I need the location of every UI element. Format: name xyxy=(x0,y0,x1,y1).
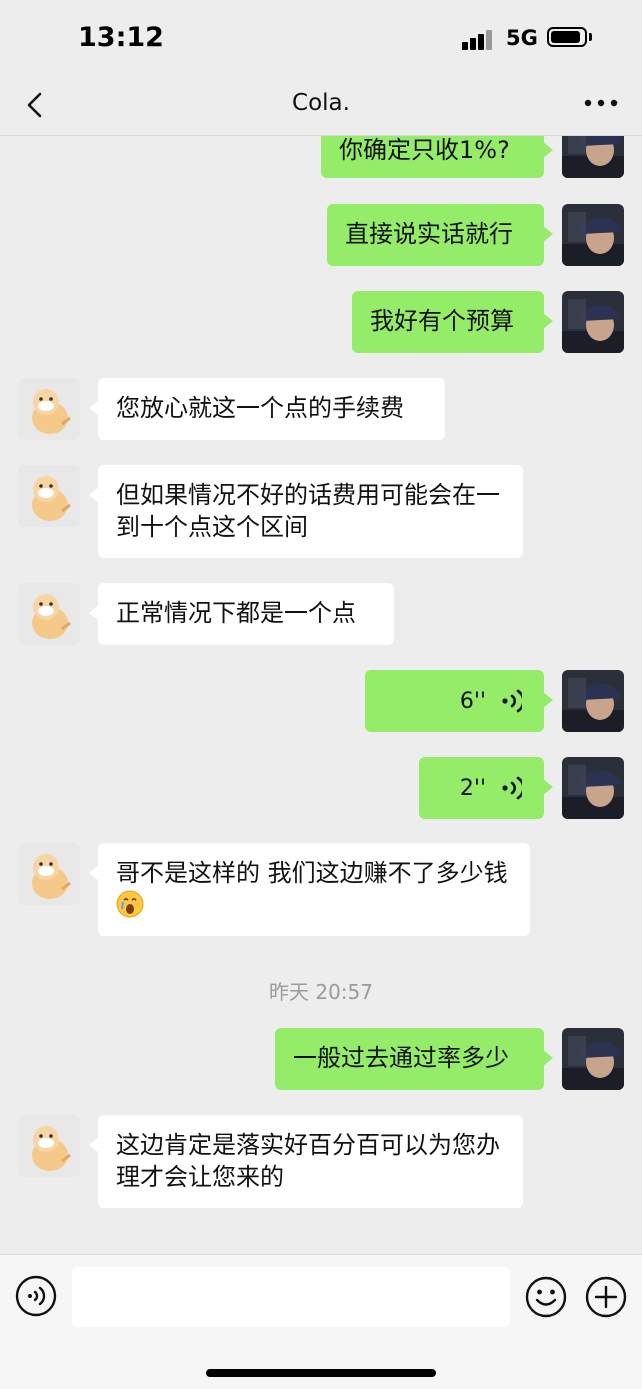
chat-title: Cola. xyxy=(292,90,350,116)
message-text: 但如果情况不好的话费用可能会在一到十个点这个区间 xyxy=(116,481,500,541)
my-avatar[interactable] xyxy=(562,204,624,266)
message-bubble[interactable]: 您放心就这一个点的手续费 xyxy=(89,378,445,440)
plus-icon[interactable] xyxy=(584,1275,628,1319)
contact-avatar[interactable] xyxy=(18,1115,80,1177)
message-text: 直接说实话就行 xyxy=(345,220,513,248)
message-bubble[interactable]: 一般过去通过率多少 xyxy=(275,1028,553,1090)
message-timestamp: 昨天 20:57 xyxy=(269,980,373,1004)
message-bubble[interactable]: 我好有个预算 xyxy=(352,291,553,353)
my-avatar[interactable] xyxy=(562,757,624,819)
chat-header: Cola. xyxy=(0,78,642,136)
status-time: 13:12 xyxy=(78,22,164,53)
contact-avatar[interactable] xyxy=(18,843,80,905)
chat-area[interactable]: 你确定只收1%? 直接说实话就行 我好有个预算 您放心就这一个点的手续费 但如果… xyxy=(0,136,642,1254)
voice-message-bubble[interactable]: 2'' xyxy=(419,757,553,819)
message-text: 这边肯定是落实好百分百可以为您办理才会让您来的 xyxy=(116,1131,500,1191)
contact-avatar[interactable] xyxy=(18,583,80,645)
my-avatar[interactable] xyxy=(562,291,624,353)
battery-icon xyxy=(547,27,587,47)
signal-icon xyxy=(462,30,494,50)
cry-emoji-icon xyxy=(116,890,144,918)
my-avatar[interactable] xyxy=(562,670,624,732)
voice-duration: 6'' xyxy=(459,689,486,714)
voice-wave-icon xyxy=(500,774,525,810)
chevron-left-icon[interactable] xyxy=(22,92,48,118)
message-bubble[interactable]: 哥不是这样的 我们这边赚不了多少钱 xyxy=(89,843,530,936)
message-bubble[interactable]: 正常情况下都是一个点 xyxy=(89,583,394,645)
message-bubble[interactable]: 你确定只收1%? xyxy=(321,136,553,178)
message-text: 一般过去通过率多少 xyxy=(293,1044,509,1072)
network-type: 5G xyxy=(506,26,538,50)
voice-icon[interactable] xyxy=(15,1275,57,1317)
message-text: 哥不是这样的 我们这边赚不了多少钱 xyxy=(116,859,508,887)
my-avatar[interactable] xyxy=(562,136,624,178)
message-text: 正常情况下都是一个点 xyxy=(116,599,356,627)
voice-duration: 2'' xyxy=(459,776,486,801)
message-bubble[interactable]: 但如果情况不好的话费用可能会在一到十个点这个区间 xyxy=(89,465,523,558)
message-input[interactable] xyxy=(72,1267,510,1327)
more-dots-icon[interactable] xyxy=(583,90,619,116)
status-bar: 13:12 5G xyxy=(0,0,642,78)
message-text: 你确定只收1%? xyxy=(339,136,510,164)
my-avatar[interactable] xyxy=(562,1028,624,1090)
input-bar xyxy=(0,1254,642,1389)
message-text: 您放心就这一个点的手续费 xyxy=(116,394,404,422)
home-indicator xyxy=(206,1369,436,1377)
voice-message-bubble[interactable]: 6'' xyxy=(365,670,553,732)
contact-avatar[interactable] xyxy=(18,465,80,527)
message-bubble[interactable]: 直接说实话就行 xyxy=(327,204,553,266)
message-text: 我好有个预算 xyxy=(370,307,514,335)
voice-wave-icon xyxy=(500,687,525,723)
message-bubble[interactable]: 这边肯定是落实好百分百可以为您办理才会让您来的 xyxy=(89,1115,523,1208)
contact-avatar[interactable] xyxy=(18,378,80,440)
emoji-icon[interactable] xyxy=(524,1275,568,1319)
